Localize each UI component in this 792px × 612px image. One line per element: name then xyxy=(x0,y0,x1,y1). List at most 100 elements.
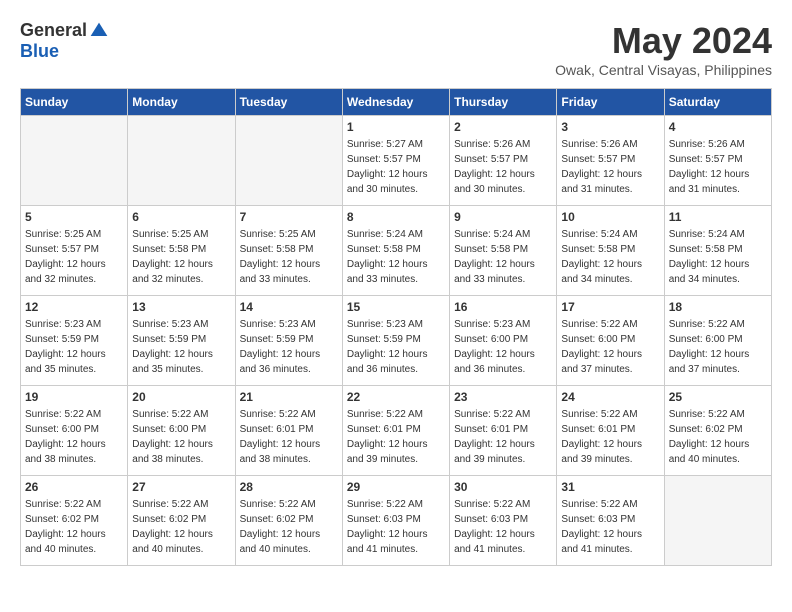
day-number: 23 xyxy=(454,390,552,404)
day-info: Sunrise: 5:22 AMSunset: 6:01 PMDaylight:… xyxy=(454,407,552,467)
day-info: Sunrise: 5:22 AMSunset: 6:02 PMDaylight:… xyxy=(669,407,767,467)
calendar-cell: 10Sunrise: 5:24 AMSunset: 5:58 PMDayligh… xyxy=(557,206,664,296)
calendar-cell: 12 Sunrise: 5:23 AMSunset: 5:59 PMDayligh… xyxy=(21,296,128,386)
week-row-4: 19Sunrise: 5:22 AMSunset: 6:00 PMDayligh… xyxy=(21,386,772,476)
day-number: 21 xyxy=(240,390,338,404)
day-number: 2 xyxy=(454,120,552,134)
day-number: 22 xyxy=(347,390,445,404)
day-info: Sunrise: 5:22 AMSunset: 6:03 PMDaylight:… xyxy=(561,497,659,557)
calendar-cell: 6 Sunrise: 5:25 AMSunset: 5:58 PMDaylight… xyxy=(128,206,235,296)
day-info: Sunrise: 5:25 AMSunset: 5:57 PMDaylight:… xyxy=(25,227,123,287)
day-info: Sunrise: 5:25 AMSunset: 5:58 PMDaylight:… xyxy=(132,227,230,287)
page-header: General Blue May 2024 Owak, Central Visa… xyxy=(20,20,772,78)
day-info: Sunrise: 5:25 AMSunset: 5:58 PMDaylight:… xyxy=(240,227,338,287)
calendar-cell: 2 Sunrise: 5:26 AMSunset: 5:57 PMDaylight… xyxy=(450,116,557,206)
day-header-thursday: Thursday xyxy=(450,89,557,116)
day-info: Sunrise: 5:22 AMSunset: 6:00 PMDaylight:… xyxy=(669,317,767,377)
calendar-cell xyxy=(21,116,128,206)
day-number: 3 xyxy=(561,120,659,134)
day-header-sunday: Sunday xyxy=(21,89,128,116)
day-number: 28 xyxy=(240,480,338,494)
calendar-cell: 25 Sunrise: 5:22 AMSunset: 6:02 PMDayligh… xyxy=(664,386,771,476)
day-number: 31 xyxy=(561,480,659,494)
week-row-2: 5 Sunrise: 5:25 AMSunset: 5:57 PMDaylight… xyxy=(21,206,772,296)
calendar-cell xyxy=(235,116,342,206)
day-info: Sunrise: 5:23 AMSunset: 5:59 PMDaylight:… xyxy=(240,317,338,377)
day-info: Sunrise: 5:22 AMSunset: 6:02 PMDaylight:… xyxy=(25,497,123,557)
day-header-monday: Monday xyxy=(128,89,235,116)
calendar-cell: 5 Sunrise: 5:25 AMSunset: 5:57 PMDaylight… xyxy=(21,206,128,296)
calendar-cell: 24Sunrise: 5:22 AMSunset: 6:01 PMDayligh… xyxy=(557,386,664,476)
calendar-table: SundayMondayTuesdayWednesdayThursdayFrid… xyxy=(20,88,772,566)
calendar-cell: 29 Sunrise: 5:22 AMSunset: 6:03 PMDayligh… xyxy=(342,476,449,566)
title-area: May 2024 Owak, Central Visayas, Philippi… xyxy=(555,20,772,78)
day-number: 7 xyxy=(240,210,338,224)
day-header-tuesday: Tuesday xyxy=(235,89,342,116)
day-info: Sunrise: 5:22 AMSunset: 6:03 PMDaylight:… xyxy=(347,497,445,557)
calendar-cell xyxy=(128,116,235,206)
day-info: Sunrise: 5:23 AMSunset: 5:59 PMDaylight:… xyxy=(25,317,123,377)
day-info: Sunrise: 5:24 AMSunset: 5:58 PMDaylight:… xyxy=(561,227,659,287)
day-info: Sunrise: 5:23 AMSunset: 6:00 PMDaylight:… xyxy=(454,317,552,377)
day-number: 20 xyxy=(132,390,230,404)
day-number: 11 xyxy=(669,210,767,224)
calendar-cell: 20Sunrise: 5:22 AMSunset: 6:00 PMDayligh… xyxy=(128,386,235,476)
month-title: May 2024 xyxy=(555,20,772,62)
day-number: 16 xyxy=(454,300,552,314)
day-number: 18 xyxy=(669,300,767,314)
calendar-cell: 22 Sunrise: 5:22 AMSunset: 6:01 PMDayligh… xyxy=(342,386,449,476)
calendar-cell: 21 Sunrise: 5:22 AMSunset: 6:01 PMDayligh… xyxy=(235,386,342,476)
day-info: Sunrise: 5:26 AMSunset: 5:57 PMDaylight:… xyxy=(561,137,659,197)
calendar-cell: 14 Sunrise: 5:23 AMSunset: 5:59 PMDayligh… xyxy=(235,296,342,386)
logo-blue: Blue xyxy=(20,41,59,62)
calendar-cell: 8 Sunrise: 5:24 AMSunset: 5:58 PMDaylight… xyxy=(342,206,449,296)
day-info: Sunrise: 5:22 AMSunset: 6:02 PMDaylight:… xyxy=(240,497,338,557)
day-info: Sunrise: 5:22 AMSunset: 6:01 PMDaylight:… xyxy=(240,407,338,467)
calendar-cell: 17 Sunrise: 5:22 AMSunset: 6:00 PMDayligh… xyxy=(557,296,664,386)
calendar-cell xyxy=(664,476,771,566)
calendar-cell: 16 Sunrise: 5:23 AMSunset: 6:00 PMDayligh… xyxy=(450,296,557,386)
calendar-cell: 28 Sunrise: 5:22 AMSunset: 6:02 PMDayligh… xyxy=(235,476,342,566)
day-number: 9 xyxy=(454,210,552,224)
day-info: Sunrise: 5:22 AMSunset: 6:00 PMDaylight:… xyxy=(561,317,659,377)
logo-general: General xyxy=(20,20,87,41)
day-info: Sunrise: 5:22 AMSunset: 6:01 PMDaylight:… xyxy=(347,407,445,467)
day-info: Sunrise: 5:24 AMSunset: 5:58 PMDaylight:… xyxy=(454,227,552,287)
week-row-5: 26Sunrise: 5:22 AMSunset: 6:02 PMDayligh… xyxy=(21,476,772,566)
calendar-cell: 26Sunrise: 5:22 AMSunset: 6:02 PMDayligh… xyxy=(21,476,128,566)
day-number: 6 xyxy=(132,210,230,224)
day-number: 29 xyxy=(347,480,445,494)
day-number: 12 xyxy=(25,300,123,314)
calendar-cell: 7 Sunrise: 5:25 AMSunset: 5:58 PMDaylight… xyxy=(235,206,342,296)
calendar-cell: 18 Sunrise: 5:22 AMSunset: 6:00 PMDayligh… xyxy=(664,296,771,386)
calendar-cell: 1Sunrise: 5:27 AMSunset: 5:57 PMDaylight… xyxy=(342,116,449,206)
calendar-cell: 30 Sunrise: 5:22 AMSunset: 6:03 PMDayligh… xyxy=(450,476,557,566)
calendar-cell: 23 Sunrise: 5:22 AMSunset: 6:01 PMDayligh… xyxy=(450,386,557,476)
day-info: Sunrise: 5:27 AMSunset: 5:57 PMDaylight:… xyxy=(347,137,445,197)
day-number: 25 xyxy=(669,390,767,404)
day-info: Sunrise: 5:22 AMSunset: 6:02 PMDaylight:… xyxy=(132,497,230,557)
day-number: 8 xyxy=(347,210,445,224)
day-header-friday: Friday xyxy=(557,89,664,116)
day-info: Sunrise: 5:26 AMSunset: 5:57 PMDaylight:… xyxy=(669,137,767,197)
day-number: 19 xyxy=(25,390,123,404)
day-number: 14 xyxy=(240,300,338,314)
calendar-cell: 4Sunrise: 5:26 AMSunset: 5:57 PMDaylight… xyxy=(664,116,771,206)
day-number: 5 xyxy=(25,210,123,224)
day-info: Sunrise: 5:23 AMSunset: 5:59 PMDaylight:… xyxy=(132,317,230,377)
day-number: 24 xyxy=(561,390,659,404)
calendar-cell: 27Sunrise: 5:22 AMSunset: 6:02 PMDayligh… xyxy=(128,476,235,566)
day-info: Sunrise: 5:22 AMSunset: 6:03 PMDaylight:… xyxy=(454,497,552,557)
day-header-wednesday: Wednesday xyxy=(342,89,449,116)
day-info: Sunrise: 5:24 AMSunset: 5:58 PMDaylight:… xyxy=(347,227,445,287)
day-info: Sunrise: 5:26 AMSunset: 5:57 PMDaylight:… xyxy=(454,137,552,197)
week-row-3: 12 Sunrise: 5:23 AMSunset: 5:59 PMDayligh… xyxy=(21,296,772,386)
day-info: Sunrise: 5:23 AMSunset: 5:59 PMDaylight:… xyxy=(347,317,445,377)
calendar-cell: 13Sunrise: 5:23 AMSunset: 5:59 PMDayligh… xyxy=(128,296,235,386)
header-row: SundayMondayTuesdayWednesdayThursdayFrid… xyxy=(21,89,772,116)
day-number: 30 xyxy=(454,480,552,494)
location: Owak, Central Visayas, Philippines xyxy=(555,62,772,78)
calendar-cell: 15Sunrise: 5:23 AMSunset: 5:59 PMDayligh… xyxy=(342,296,449,386)
day-number: 17 xyxy=(561,300,659,314)
calendar-cell: 19Sunrise: 5:22 AMSunset: 6:00 PMDayligh… xyxy=(21,386,128,476)
